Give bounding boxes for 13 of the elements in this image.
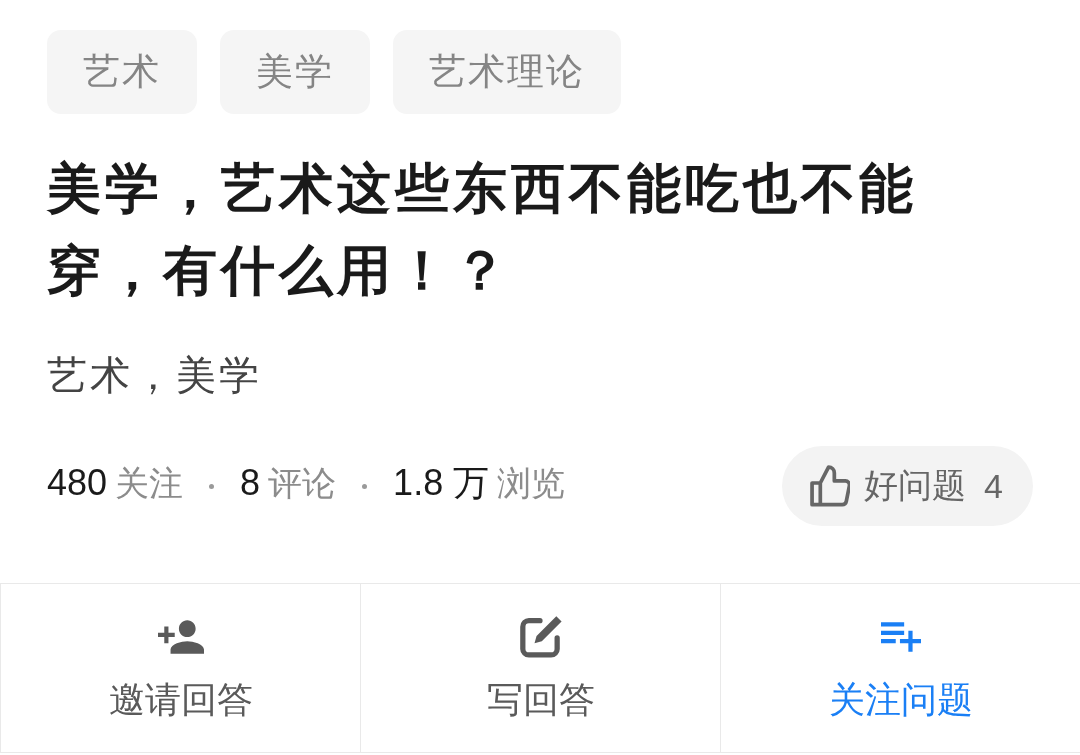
topic-tag[interactable]: 美学 <box>220 30 370 114</box>
stat-text: 1.8 万 浏览 <box>393 460 566 505</box>
question-description: 艺术，美学 <box>47 352 262 399</box>
person-plus-icon <box>157 620 204 654</box>
edit-icon <box>519 616 562 658</box>
good-question-button[interactable]: 好问题 4 <box>782 446 1033 526</box>
stat-text: 480 关注 <box>47 460 184 505</box>
list-plus-icon <box>880 622 921 652</box>
topic-tag[interactable]: 艺术 <box>47 30 197 114</box>
thumbs-up-icon <box>810 465 851 507</box>
question-title: 美学，艺术这些东西不能吃也不能穿，有什么用！？ <box>47 157 918 302</box>
stat-text: 8 评论 <box>240 460 337 505</box>
topic-tag[interactable]: 艺术理论 <box>393 30 621 114</box>
